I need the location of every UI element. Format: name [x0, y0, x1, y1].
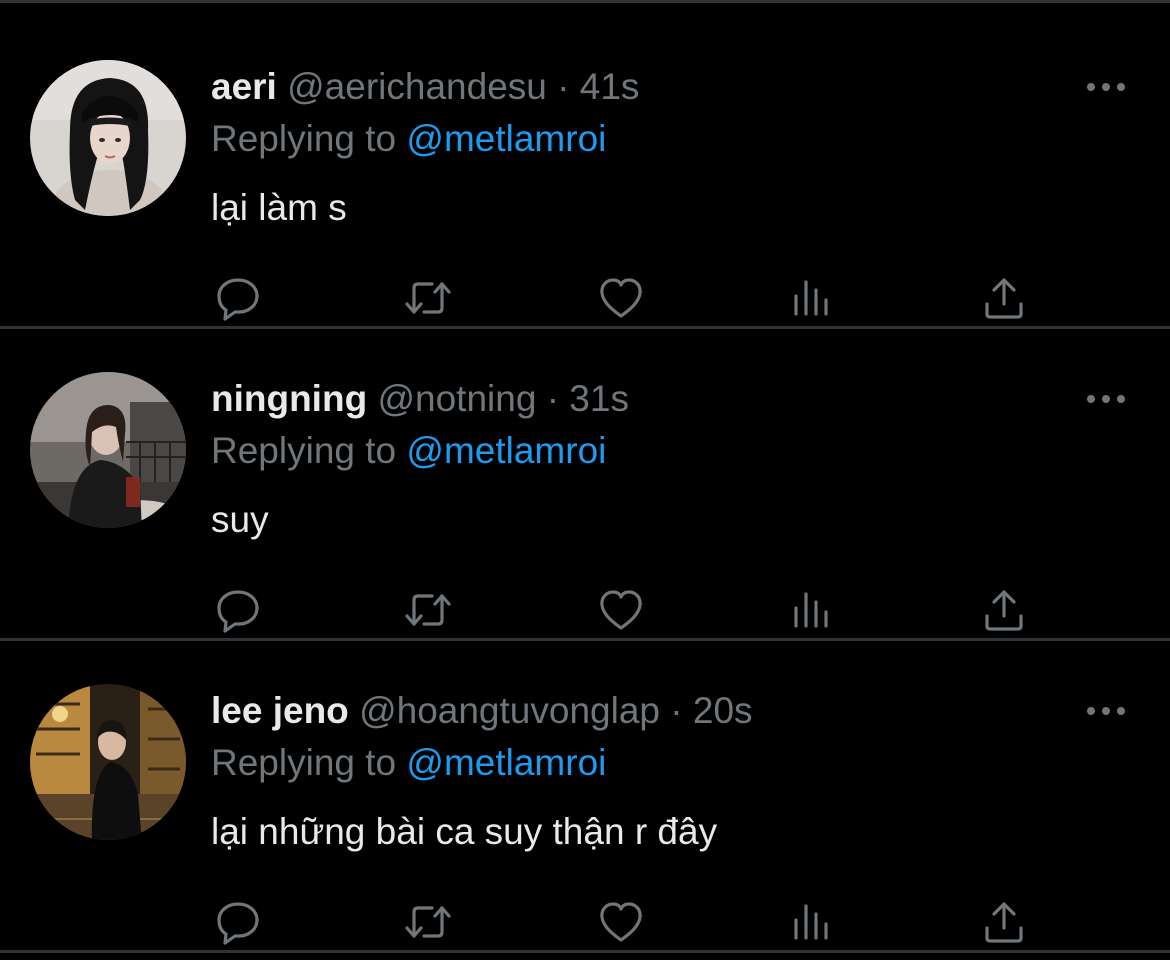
mention-link[interactable]: @metlamroi	[406, 430, 606, 471]
retweet-icon[interactable]	[402, 272, 454, 324]
like-icon[interactable]	[595, 272, 647, 324]
timestamp[interactable]: 20s	[693, 690, 753, 731]
display-name[interactable]: lee jeno	[211, 690, 349, 731]
tweet-text: suy	[211, 499, 269, 540]
retweet-icon[interactable]	[402, 896, 454, 948]
tweet-header: ningning @notning · 31s	[211, 377, 629, 421]
reply-tweet[interactable]: ningning @notning · 31s Replying to @met…	[0, 329, 1170, 641]
views-icon[interactable]	[786, 896, 838, 948]
tweet-text: lại những bài ca suy thận r đây	[211, 811, 718, 852]
more-icon[interactable]	[1084, 385, 1128, 413]
share-icon[interactable]	[978, 272, 1030, 324]
more-icon[interactable]	[1084, 73, 1128, 101]
timestamp[interactable]: 41s	[580, 66, 640, 107]
avatar[interactable]	[30, 60, 186, 216]
top-divider	[0, 0, 1170, 3]
views-icon[interactable]	[786, 584, 838, 636]
retweet-icon[interactable]	[402, 584, 454, 636]
separator-dot: ·	[557, 66, 570, 107]
display-name[interactable]: aeri	[211, 66, 277, 107]
share-icon[interactable]	[978, 896, 1030, 948]
reply-icon[interactable]	[212, 272, 264, 324]
more-icon[interactable]	[1084, 697, 1128, 725]
separator-dot: ·	[546, 378, 560, 419]
separator-dot: ·	[670, 690, 683, 731]
avatar[interactable]	[30, 684, 186, 840]
user-handle[interactable]: @notning	[377, 378, 536, 419]
replying-prefix: Replying to	[211, 430, 397, 471]
views-icon[interactable]	[786, 272, 838, 324]
tweet-header: aeri @aerichandesu · 41s	[211, 65, 639, 109]
reply-icon[interactable]	[212, 584, 264, 636]
mention-link[interactable]: @metlamroi	[406, 742, 606, 783]
divider	[0, 950, 1170, 953]
tweet-header: lee jeno @hoangtuvonglap · 20s	[211, 689, 753, 733]
avatar[interactable]	[30, 372, 186, 528]
mention-link[interactable]: @metlamroi	[406, 118, 606, 159]
timestamp[interactable]: 31s	[569, 378, 629, 419]
user-handle[interactable]: @aerichandesu	[287, 66, 547, 107]
replying-prefix: Replying to	[211, 118, 397, 159]
action-bar	[0, 896, 1170, 948]
replying-to-line: Replying to @metlamroi	[211, 117, 606, 161]
reply-icon[interactable]	[212, 896, 264, 948]
reply-tweet[interactable]: lee jeno @hoangtuvonglap · 20s Replying …	[0, 641, 1170, 953]
replying-to-line: Replying to @metlamroi	[211, 741, 606, 785]
replying-prefix: Replying to	[211, 742, 397, 783]
like-icon[interactable]	[595, 896, 647, 948]
display-name[interactable]: ningning	[211, 378, 367, 419]
reply-tweet[interactable]: aeri @aerichandesu · 41s Replying to @me…	[0, 17, 1170, 329]
share-icon[interactable]	[978, 584, 1030, 636]
replying-to-line: Replying to @metlamroi	[211, 429, 606, 473]
like-icon[interactable]	[595, 584, 647, 636]
action-bar	[0, 272, 1170, 324]
user-handle[interactable]: @hoangtuvonglap	[359, 690, 660, 731]
action-bar	[0, 584, 1170, 636]
tweet-text: lại làm s	[211, 187, 347, 228]
